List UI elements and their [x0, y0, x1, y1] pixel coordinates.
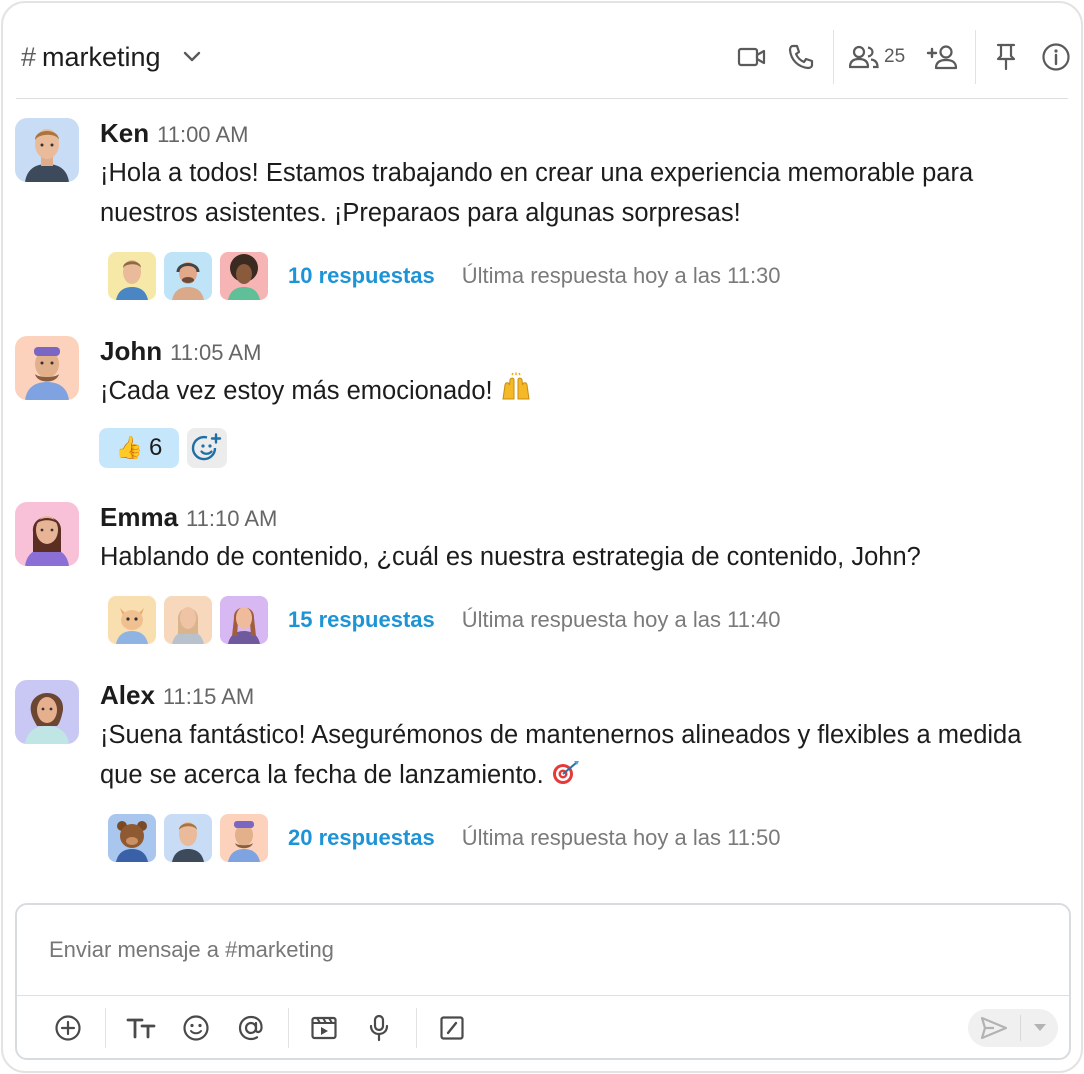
message-header: Emma 11:10 AM [100, 502, 277, 533]
reaction-count: 6 [149, 434, 163, 461]
chevron-down-icon [183, 51, 201, 63]
plus-circle-icon[interactable] [51, 1011, 85, 1045]
avatar[interactable] [15, 680, 79, 744]
thread-participant-avatar [108, 814, 156, 862]
add-emoji-icon [191, 432, 223, 464]
emoji-icon[interactable] [179, 1011, 213, 1045]
thread-participant-avatar [220, 596, 268, 644]
message-text-row: ¡Cada vez estoy más emocionado! [100, 371, 1070, 414]
thread-participant-avatar [164, 252, 212, 300]
info-icon[interactable] [1040, 41, 1072, 73]
message-header: John 11:05 AM [100, 336, 261, 367]
send-button[interactable] [968, 1009, 1020, 1047]
add-reaction-button[interactable] [187, 428, 227, 468]
timestamp: 11:00 AM [157, 122, 249, 147]
author-name[interactable]: Emma [100, 502, 178, 533]
avatar[interactable] [15, 502, 79, 566]
direct-hit-emoji-icon [551, 758, 581, 798]
thread-summary[interactable]: 10 respuestas Última respuesta hoy a las… [108, 251, 781, 301]
phone-icon[interactable] [786, 41, 816, 73]
message-header: Ken 11:00 AM [100, 118, 248, 149]
thread-participant-avatar [108, 252, 156, 300]
send-options-chevron-icon [1033, 1024, 1046, 1032]
thread-last-reply: Última respuesta hoy a las 11:30 [461, 263, 781, 288]
timestamp: 11:10 AM [186, 506, 278, 531]
toolbar-divider [105, 1008, 106, 1048]
thread-last-reply: Última respuesta hoy a las 11:40 [461, 607, 781, 632]
chat-window: # marketing 25 Ken 11:00 AM ¡Hola a todo… [1, 1, 1083, 1073]
hash-symbol: # [21, 41, 37, 72]
members-button[interactable]: 25 [849, 41, 905, 73]
header-divider [833, 30, 834, 84]
message-text: ¡Cada vez estoy más emocionado! [100, 377, 493, 405]
thread-replies-link[interactable]: 10 respuestas [288, 263, 435, 289]
channel-header: # marketing 25 [3, 3, 1081, 99]
thread-summary[interactable]: 20 respuestas Última respuesta hoy a las… [108, 813, 781, 863]
message-text-row: ¡Suena fantástico! Asegurémonos de mante… [100, 715, 1070, 798]
thread-participant-avatar [164, 814, 212, 862]
channel-name-button[interactable]: # marketing [21, 40, 201, 74]
thread-replies-link[interactable]: 15 respuestas [288, 607, 435, 633]
message-text: Hablando de contenido, ¿cuál es nuestra … [100, 543, 921, 571]
video-icon[interactable] [737, 41, 767, 73]
reaction-thumbs-up[interactable]: 👍 6 [99, 428, 179, 468]
mention-icon[interactable] [234, 1011, 268, 1045]
slash-command-icon[interactable] [435, 1011, 469, 1045]
send-icon [980, 1016, 1008, 1040]
author-name[interactable]: Alex [100, 680, 155, 711]
header-divider [975, 30, 976, 84]
thread-participant-avatar [220, 814, 268, 862]
thread-participant-avatar [164, 596, 212, 644]
message-input[interactable] [17, 905, 1069, 995]
thread-last-reply: Última respuesta hoy a las 11:50 [461, 825, 781, 850]
avatar[interactable] [15, 336, 79, 400]
channel-name: marketing [42, 41, 161, 72]
members-icon [849, 45, 879, 69]
timestamp: 11:15 AM [162, 684, 255, 709]
member-count: 25 [884, 46, 906, 67]
timestamp: 11:05 AM [170, 340, 262, 365]
message-text: ¡Hola a todos! Estamos trabajando en cre… [100, 159, 974, 227]
composer-divider [17, 995, 1069, 996]
thread-summary[interactable]: 15 respuestas Última respuesta hoy a las… [108, 595, 781, 645]
avatar[interactable] [15, 118, 79, 182]
text-format-icon[interactable] [124, 1011, 158, 1045]
message-composer [15, 903, 1071, 1060]
send-button-group [968, 1009, 1058, 1047]
microphone-icon[interactable] [362, 1011, 396, 1045]
thread-replies-link[interactable]: 20 respuestas [288, 825, 435, 851]
pin-icon[interactable] [993, 41, 1019, 73]
video-clip-icon[interactable] [307, 1011, 341, 1045]
thread-participant-avatar [108, 596, 156, 644]
author-name[interactable]: John [100, 336, 162, 367]
raising-hands-emoji-icon [500, 372, 532, 414]
toolbar-divider [416, 1008, 417, 1048]
send-options-button[interactable] [1021, 1009, 1058, 1047]
thumbs-up-icon: 👍 [115, 435, 144, 460]
header-divider-line [16, 98, 1068, 99]
message-header: Alex 11:15 AM [100, 680, 254, 711]
add-member-icon[interactable] [925, 41, 961, 73]
reactions-bar: 👍 6 [99, 428, 227, 468]
toolbar-divider [288, 1008, 289, 1048]
author-name[interactable]: Ken [100, 118, 149, 149]
thread-participant-avatar [220, 252, 268, 300]
